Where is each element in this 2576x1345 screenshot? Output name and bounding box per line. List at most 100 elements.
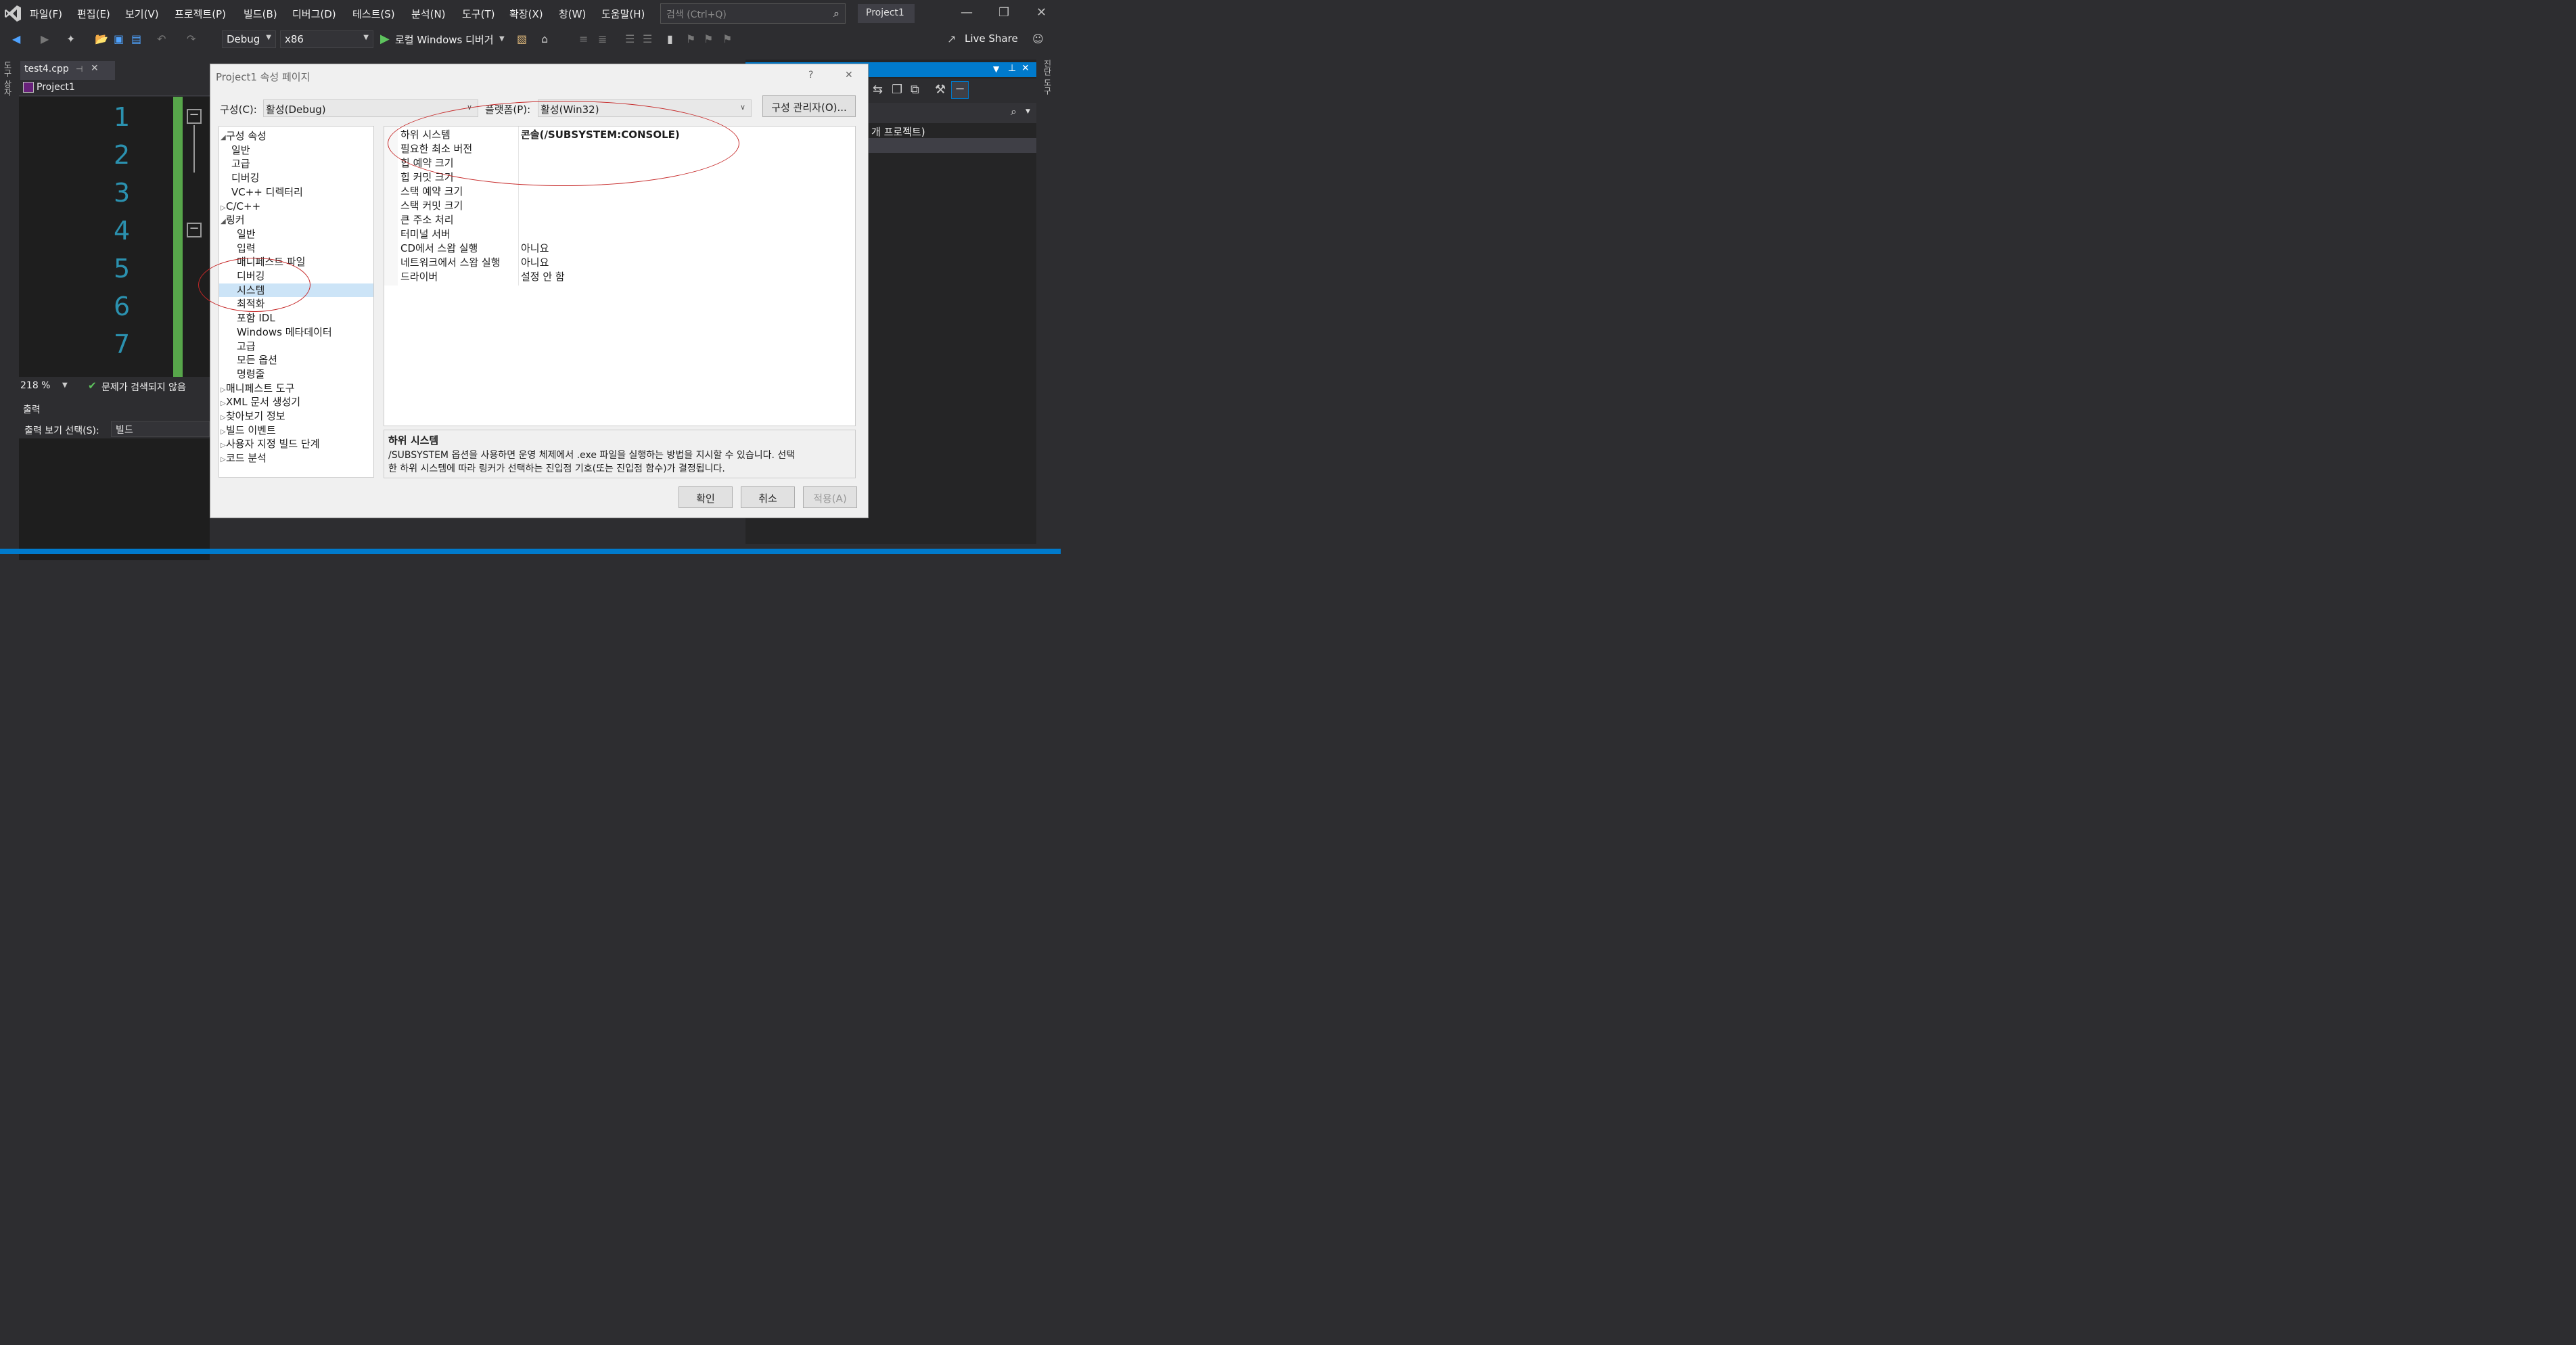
properties-icon[interactable]: ⚒: [935, 83, 946, 97]
toolbox-tab[interactable]: 도구 상자: [2, 61, 14, 96]
sync-icon[interactable]: ⇆: [873, 83, 883, 97]
comment-icon[interactable]: ☰: [625, 32, 635, 45]
property-value[interactable]: 설정 안 함: [521, 270, 565, 284]
property-value[interactable]: 아니요: [521, 256, 549, 270]
search-input[interactable]: 검색 (Ctrl+Q) ⌕: [660, 3, 846, 24]
new-project-icon[interactable]: ✦: [66, 32, 75, 45]
tree-node[interactable]: 시스템: [219, 283, 373, 297]
menu-build[interactable]: 빌드(B): [244, 7, 277, 21]
tree-node[interactable]: 고급: [219, 340, 373, 353]
menu-edit[interactable]: 편집(E): [77, 7, 110, 21]
tree-node[interactable]: VC++ 디렉터리: [219, 185, 373, 199]
pin-icon[interactable]: ⊣: [76, 64, 83, 74]
undo-icon[interactable]: ↶: [157, 32, 166, 45]
uncomment-icon[interactable]: ☰: [643, 32, 652, 45]
tab-test4-cpp[interactable]: test4.cpp ⊣ ✕: [20, 61, 115, 80]
clear-bookmarks-icon[interactable]: ⚑: [722, 32, 732, 45]
platform-select[interactable]: 활성(Win32) ∨: [538, 99, 752, 117]
property-row[interactable]: 스택 예약 크기: [384, 185, 855, 199]
issues-status[interactable]: 문제가 검색되지 않음: [101, 380, 186, 394]
panel-dropdown-icon[interactable]: ▼: [993, 64, 999, 74]
live-share-icon[interactable]: ↗: [947, 32, 956, 45]
collapse-icon[interactable]: −: [187, 223, 202, 237]
tree-node[interactable]: ▷XML 문서 생성기: [219, 395, 373, 409]
feedback-icon[interactable]: ☺: [1032, 32, 1044, 45]
property-row[interactable]: 드라이버 설정 안 함: [384, 270, 855, 284]
tree-node[interactable]: 일반: [219, 227, 373, 241]
property-value[interactable]: 아니요: [521, 242, 549, 256]
apply-button[interactable]: 적용(A): [803, 486, 857, 508]
tab-close-icon[interactable]: ✕: [91, 63, 99, 74]
output-body[interactable]: [19, 438, 210, 560]
tree-node[interactable]: ▷C/C++: [219, 200, 373, 213]
step-icon[interactable]: ≣: [598, 32, 607, 45]
property-row[interactable]: 네트워크에서 스왑 실행 아니요: [384, 256, 855, 270]
zoom-dropdown-icon[interactable]: ▼: [62, 382, 68, 389]
menu-test[interactable]: 테스트(S): [352, 7, 395, 21]
property-row[interactable]: 스택 커밋 크기: [384, 199, 855, 213]
panel-close-icon[interactable]: ✕: [1021, 63, 1030, 74]
tree-node[interactable]: ▷빌드 이벤트: [219, 424, 373, 437]
next-bookmark-icon[interactable]: ⚑: [704, 32, 713, 45]
back-icon[interactable]: ◀: [12, 32, 20, 45]
redo-icon[interactable]: ↷: [187, 32, 196, 45]
run-debugger-button[interactable]: 로컬 Windows 디버거: [395, 32, 494, 47]
menu-tools[interactable]: 도구(T): [462, 7, 495, 21]
tree-node[interactable]: ◢구성 속성: [219, 129, 373, 143]
config-manager-button[interactable]: 구성 관리자(O)...: [762, 95, 856, 117]
live-share-button[interactable]: Live Share: [965, 32, 1018, 45]
menu-view[interactable]: 보기(V): [125, 7, 159, 21]
menu-file[interactable]: 파일(F): [30, 7, 62, 21]
property-row[interactable]: 힙 예약 크기: [384, 156, 855, 170]
tree-expander-icon[interactable]: ▷: [221, 453, 226, 467]
tree-node[interactable]: ◢링커: [219, 213, 373, 227]
tree-node[interactable]: 최적화: [219, 297, 373, 311]
tree-node[interactable]: Windows 메타데이터: [219, 325, 373, 339]
property-row[interactable]: 큰 주소 처리: [384, 213, 855, 227]
platform-dropdown[interactable]: x86 ▼: [280, 30, 373, 48]
help-icon[interactable]: ?: [808, 70, 813, 81]
menu-window[interactable]: 창(W): [559, 7, 586, 21]
dialog-close-icon[interactable]: ✕: [845, 70, 853, 81]
run-icon[interactable]: ▶: [380, 32, 390, 46]
nav-project[interactable]: Project1: [37, 82, 75, 93]
property-value[interactable]: 콘솔(/SUBSYSTEM:CONSOLE): [521, 128, 680, 142]
close-icon[interactable]: ✕: [1036, 5, 1046, 20]
search-options-icon[interactable]: ▼: [1026, 108, 1030, 115]
tree-node[interactable]: 고급: [219, 157, 373, 170]
selected-tree-row[interactable]: [867, 138, 1036, 153]
config-select[interactable]: 활성(Debug) ∨: [263, 99, 478, 117]
save-icon[interactable]: ▣: [114, 32, 124, 45]
bookmark-icon[interactable]: ▮: [667, 32, 673, 45]
tree-node[interactable]: 입력: [219, 242, 373, 255]
tree-node[interactable]: 디버깅: [219, 171, 373, 185]
menu-extensions[interactable]: 확장(X): [509, 7, 543, 21]
run-dropdown-icon[interactable]: ▼: [499, 35, 505, 43]
restore-icon[interactable]: ❐: [998, 5, 1009, 20]
prev-bookmark-icon[interactable]: ⚑: [686, 32, 695, 45]
open-folder-icon[interactable]: 📂: [95, 32, 108, 45]
property-row[interactable]: 필요한 최소 버전: [384, 142, 855, 156]
menu-debug[interactable]: 디버그(D): [292, 7, 336, 21]
cancel-button[interactable]: 취소: [741, 486, 795, 508]
output-source-dropdown[interactable]: 빌드: [111, 421, 210, 437]
property-row[interactable]: 터미널 서버: [384, 227, 855, 242]
code-editor[interactable]: 1 2 3 4 5 6 7 − −: [19, 97, 210, 377]
collapse-all-icon[interactable]: ❐: [892, 83, 902, 97]
solution-explorer-icon[interactable]: ▧: [517, 32, 527, 45]
menu-help[interactable]: 도움말(H): [601, 7, 645, 21]
preview-icon[interactable]: −: [951, 81, 969, 99]
forward-icon[interactable]: ▶: [41, 32, 49, 45]
menu-project[interactable]: 프로젝트(P): [175, 7, 226, 21]
bookmark-nav-icon[interactable]: ≡: [579, 32, 588, 45]
diagnostics-tab[interactable]: 진단 도구: [1042, 60, 1053, 95]
zoom-level[interactable]: 218 %: [20, 380, 50, 391]
property-row[interactable]: 힙 커밋 크기: [384, 170, 855, 185]
collapse-icon[interactable]: −: [187, 109, 202, 124]
show-files-icon[interactable]: ⧉: [911, 83, 919, 97]
solution-project-count[interactable]: 개 프로젝트): [871, 124, 925, 139]
menu-analyze[interactable]: 분석(N): [411, 7, 446, 21]
tree-node[interactable]: 모든 옵션: [219, 353, 373, 367]
ok-button[interactable]: 확인: [678, 486, 733, 508]
save-all-icon[interactable]: ▤: [131, 32, 141, 45]
